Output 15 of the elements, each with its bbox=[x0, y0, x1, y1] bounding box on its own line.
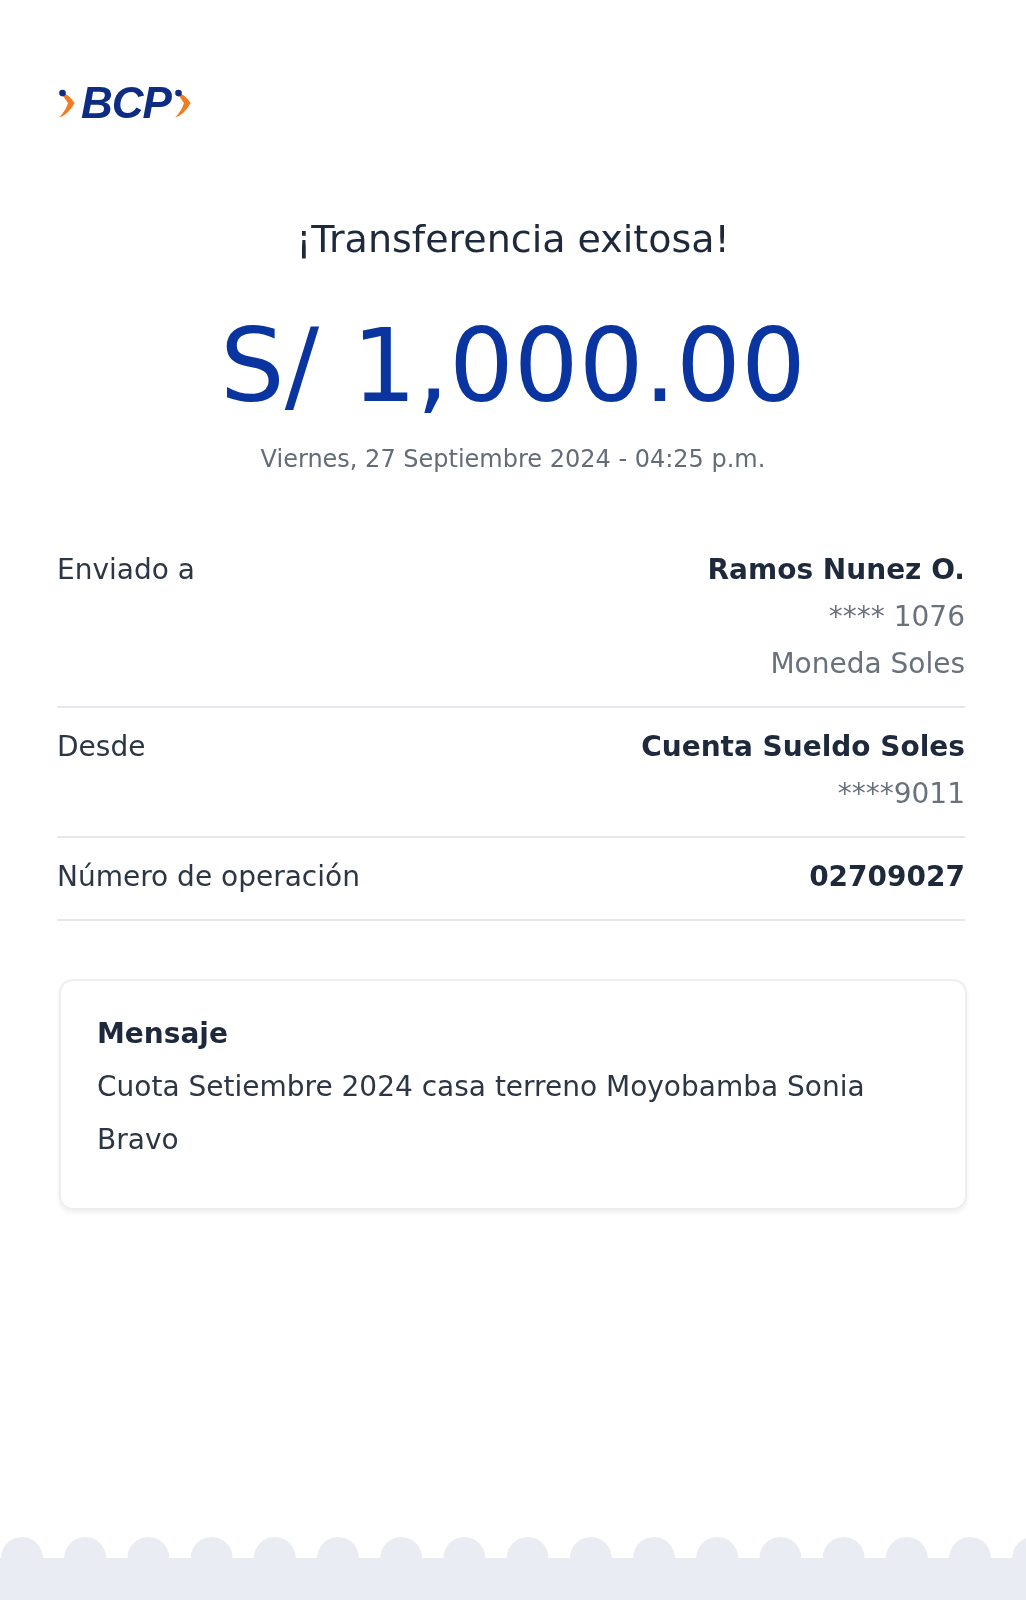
detail-value: **** 1076 bbox=[828, 600, 965, 633]
detail-label: Enviado a bbox=[57, 553, 195, 588]
detail-label: Número de operación bbox=[57, 860, 360, 893]
message-heading: Mensaje bbox=[97, 1017, 229, 1050]
detail-value: Ramos Nunez O. bbox=[707, 553, 965, 586]
date-time: Viernes, 27 Septiembre 2024 - 04:25 p.m. bbox=[259, 445, 767, 473]
detail-label: Desde bbox=[57, 730, 146, 765]
message-text: Cuota Setiembre 2024 casa terreno Moyobamba Sonia Bravo bbox=[97, 1069, 866, 1159]
detail-value: ****9011 bbox=[837, 777, 965, 810]
detail-value: 02709027 bbox=[809, 860, 965, 893]
detail-value: Cuenta Sueldo Soles bbox=[641, 730, 965, 763]
amount: S/ 1,000.00 bbox=[219, 304, 807, 427]
page-title: ¡Transferencia exitosa! bbox=[295, 217, 731, 263]
detail-value: Moneda Soles bbox=[770, 647, 965, 680]
logo-text: BCP bbox=[81, 80, 171, 125]
